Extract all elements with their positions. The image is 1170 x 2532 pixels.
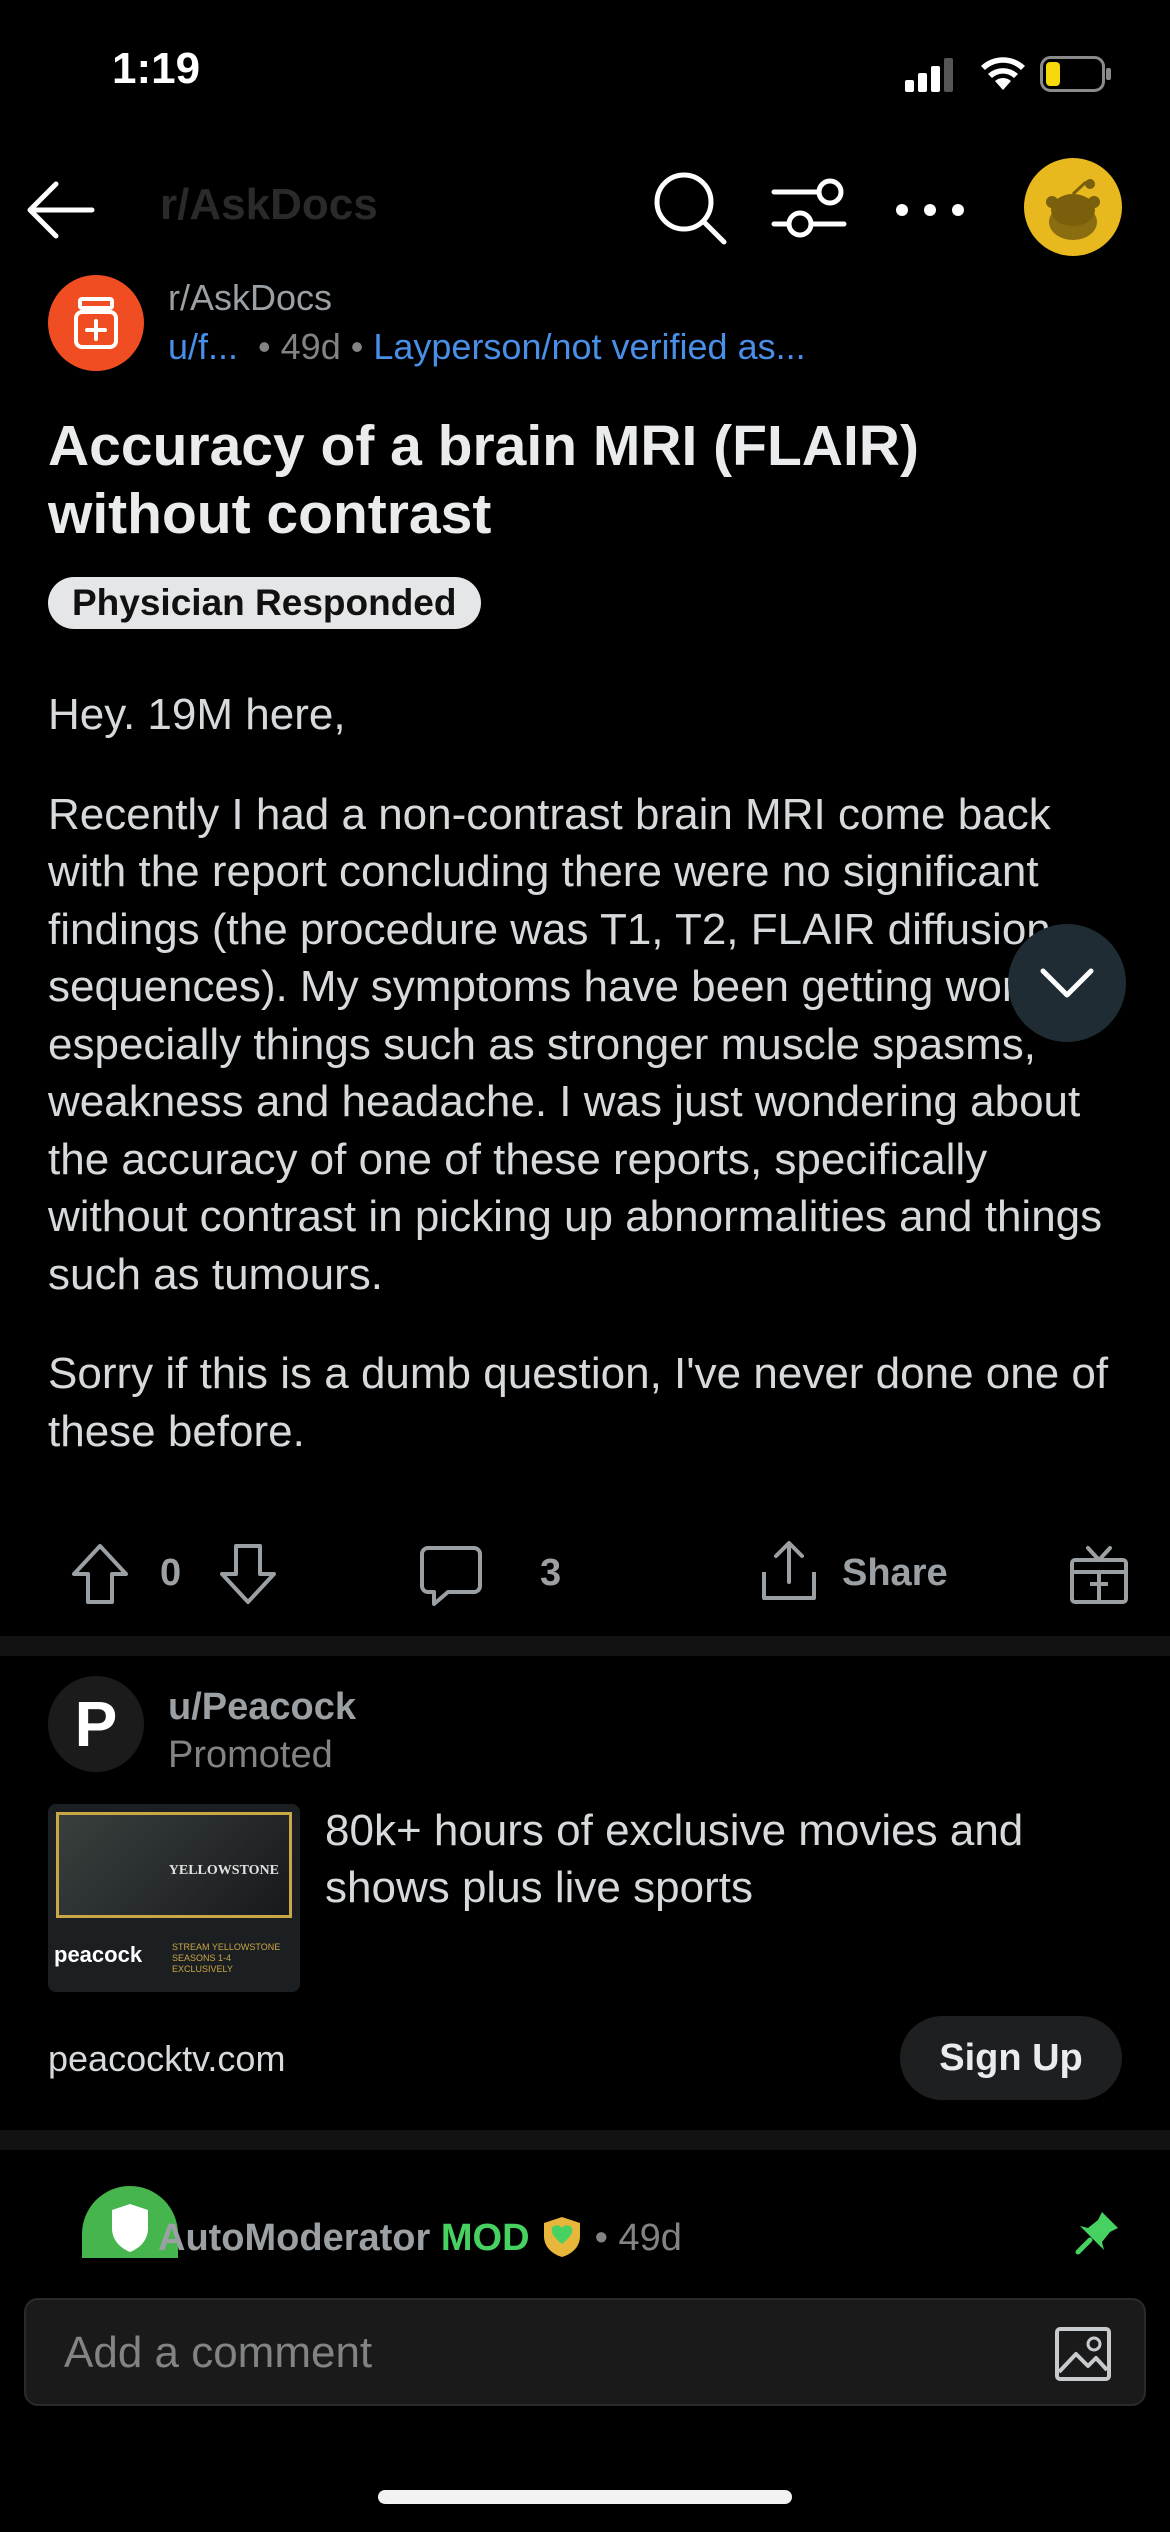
section-divider xyxy=(0,1636,1170,1656)
cellular-signal-icon xyxy=(905,58,953,92)
add-comment-bar[interactable] xyxy=(24,2298,1146,2406)
post-paragraph: Recently I had a non-contrast brain MRI … xyxy=(48,789,1103,1299)
mod-badge: MOD xyxy=(440,2217,530,2259)
shield-icon xyxy=(112,2204,148,2252)
chevron-down-icon xyxy=(1040,968,1094,998)
scroll-down-button[interactable] xyxy=(1008,924,1126,1042)
comment-age: 49d xyxy=(618,2217,682,2259)
post-flair-badge[interactable]: Physician Responded xyxy=(48,577,481,629)
post-age: 49d xyxy=(280,326,341,367)
comment-input[interactable] xyxy=(64,2320,1024,2386)
vote-count: 0 xyxy=(160,1552,182,1594)
back-arrow-icon[interactable] xyxy=(22,172,98,248)
post-meta: u/f... • 49d • Layperson/not verified as… xyxy=(168,326,806,367)
post-author[interactable]: u/f... xyxy=(168,326,238,367)
subreddit-icon[interactable] xyxy=(48,275,144,371)
share-button[interactable]: Share xyxy=(842,1552,948,1595)
image-attach-icon[interactable] xyxy=(1054,2326,1112,2382)
post-paragraph: Hey. 19M here, xyxy=(48,690,346,739)
top-nav-bar: r/AskDocs xyxy=(0,150,1170,270)
more-options-icon[interactable] xyxy=(888,178,972,242)
pin-icon xyxy=(1075,2212,1118,2255)
wifi-icon xyxy=(981,57,1025,90)
ad-thumbnail-show: YELLOWSTONE xyxy=(168,1863,279,1878)
ad-domain-link[interactable]: peacocktv.com xyxy=(48,2038,285,2080)
post-title: Accuracy of a brain MRI (FLAIR) without … xyxy=(48,414,919,546)
user-flair: Layperson/not verified as... xyxy=(373,326,806,367)
search-icon[interactable] xyxy=(650,168,730,248)
user-avatar[interactable] xyxy=(1024,158,1122,256)
battery-icon xyxy=(1040,56,1111,92)
downvote-icon[interactable] xyxy=(216,1542,280,1606)
comment-author[interactable]: AutoModerator xyxy=(158,2217,430,2259)
comment-icon[interactable] xyxy=(418,1542,484,1608)
comment-count: 3 xyxy=(540,1552,562,1594)
upvote-icon[interactable] xyxy=(68,1542,132,1606)
sort-filter-icon[interactable] xyxy=(770,170,848,246)
comment-header: AutoModerator MOD • 49d xyxy=(158,2214,682,2260)
advertiser-avatar[interactable]: P xyxy=(48,1676,144,1772)
share-icon[interactable] xyxy=(756,1538,822,1604)
status-time: 1:19 xyxy=(112,44,201,93)
snoo-avatar-icon xyxy=(1046,179,1100,240)
post-paragraph: Sorry if this is a dumb question, I've n… xyxy=(48,1349,1109,1456)
ad-thumbnail[interactable]: YELLOWSTONE peacock STREAM YELLOWSTONE S… xyxy=(48,1804,300,1992)
ad-thumbnail-brand: peacock xyxy=(54,1942,143,1967)
advertiser-name[interactable]: u/Peacock xyxy=(168,1686,356,1729)
sign-up-button[interactable]: Sign Up xyxy=(900,2016,1122,2100)
status-bar: 1:19 xyxy=(0,0,1170,150)
mod-shield-emoji-icon xyxy=(544,2217,581,2257)
subreddit-name[interactable]: r/AskDocs xyxy=(168,277,332,319)
ad-thumbnail-tagline: STREAM YELLOWSTONE SEASONS 1-4 EXCLUSIVE… xyxy=(172,1942,281,1974)
nav-title: r/AskDocs xyxy=(160,180,378,229)
post-body: Hey. 19M here, Recently I had a non-cont… xyxy=(48,686,1138,1502)
section-divider xyxy=(0,2130,1170,2150)
promoted-label: Promoted xyxy=(168,1734,333,1776)
ad-headline[interactable]: 80k+ hours of exclusive movies and shows… xyxy=(325,1802,1145,1916)
award-gift-icon[interactable] xyxy=(1066,1540,1132,1606)
post-actions-bar: 0 3 Share xyxy=(0,1530,1170,1620)
pill-bottle-icon xyxy=(74,297,118,349)
ad-thumbnail-image: YELLOWSTONE xyxy=(56,1812,292,1918)
home-indicator xyxy=(378,2490,792,2504)
